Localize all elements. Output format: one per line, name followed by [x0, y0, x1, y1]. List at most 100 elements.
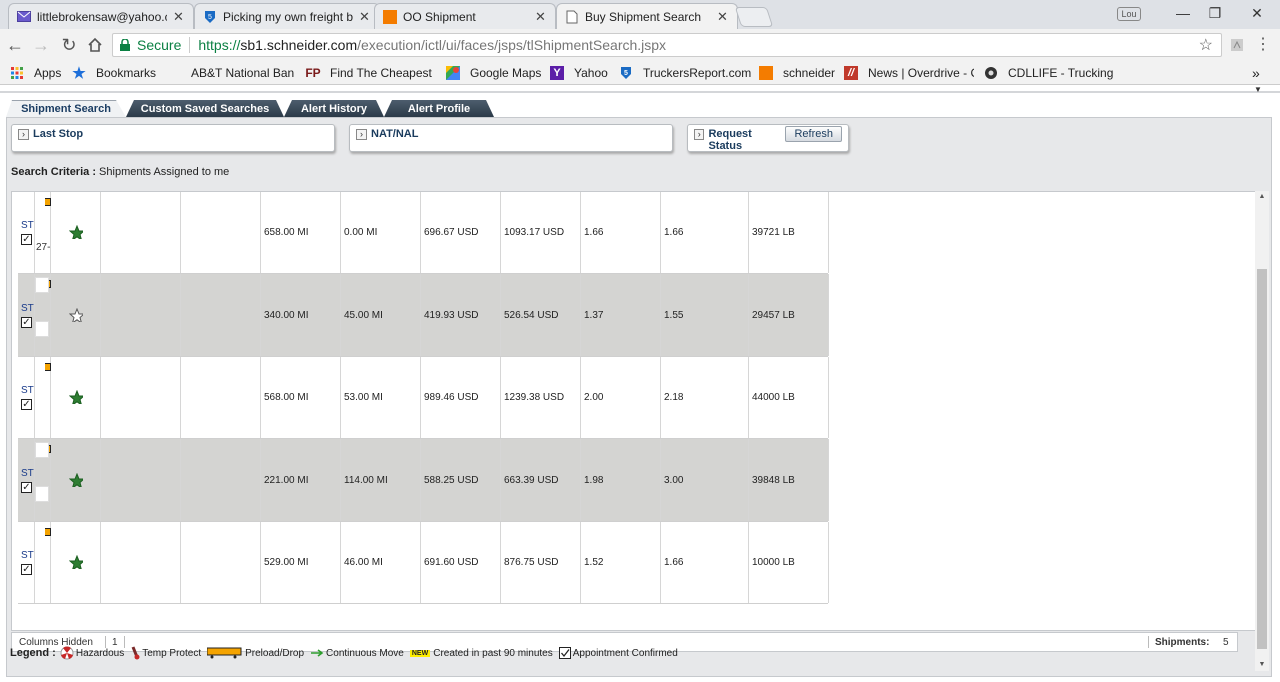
star-filled-icon[interactable]	[69, 390, 83, 404]
trailer-icon	[45, 198, 51, 206]
star-filled-icon[interactable]	[69, 555, 83, 569]
address-bar[interactable]: Secure https:// sb1.schneider.com /execu…	[112, 33, 1222, 57]
table-cell: 39721 LB	[752, 227, 795, 238]
bookmark-apps[interactable]: Apps	[10, 65, 61, 81]
bookmark-label: CDLLIFE - Trucking N	[1008, 66, 1114, 80]
criteria-value: Shipments Assigned to me	[99, 166, 230, 178]
window-close-button[interactable]: ✕	[1242, 4, 1272, 22]
refresh-button[interactable]: Refresh	[785, 126, 842, 142]
column-divider	[34, 522, 35, 603]
legend-label: Created in past 90 minutes	[433, 647, 553, 659]
close-icon[interactable]: ✕	[359, 9, 371, 25]
tab-custom-saved-searches[interactable]: Custom Saved Searches	[126, 100, 284, 117]
bookmark-abt-national-bank[interactable]: AB&T National Bank	[191, 65, 294, 81]
close-icon[interactable]: ✕	[535, 9, 547, 25]
shipment-results-grid: ST ✓ 27- 658.00 MI 0.00 MI 696.67 USD 1093.17 …	[11, 191, 1256, 631]
column-divider	[828, 522, 829, 603]
appointment-confirmed-checkbox[interactable]: ✓	[21, 316, 32, 328]
bookmark-bookmarks[interactable]: ★ Bookmarks	[72, 65, 156, 81]
bookmark-label: News | Overdrive - C	[868, 66, 974, 80]
back-button[interactable]: ←	[4, 34, 26, 56]
browser-tab-mail[interactable]: littlebrokensaw@yahoo.c ✕	[8, 3, 194, 29]
last-stop-filter[interactable]: › Last Stop	[11, 124, 335, 152]
table-row[interactable]: ST ✓ 568.00 MI 53.00 MI 989.46 USD 1239.38 US…	[18, 357, 829, 439]
scrollbar-thumb[interactable]	[1257, 269, 1267, 649]
minimize-button[interactable]: —	[1168, 4, 1198, 22]
appointment-confirmed-checkbox[interactable]: ✓	[21, 399, 32, 410]
bookmark-star-icon[interactable]: ☆	[1199, 35, 1213, 55]
close-icon[interactable]: ✕	[717, 9, 729, 25]
svg-text:5: 5	[624, 70, 628, 77]
column-divider	[828, 439, 829, 521]
browser-tab-buy-shipment-search[interactable]: Buy Shipment Search ✕	[556, 3, 738, 29]
request-status-filter[interactable]: › Request Status Refresh	[687, 124, 849, 152]
table-cell: 526.54 USD	[504, 309, 559, 321]
vertical-scrollbar[interactable]: ▲ ▼	[1255, 191, 1269, 671]
status-link[interactable]: ST	[21, 220, 34, 231]
table-row[interactable]: ST ✓ 27- 658.00 MI 0.00 MI 696.67 USD 1093.17 …	[18, 192, 829, 274]
table-row[interactable]: ST ✓ 340.00 MI 45.00 MI 419.93 USD 526.54 USD…	[18, 274, 829, 357]
scroll-down-icon[interactable]: ▼	[1255, 661, 1269, 668]
column-divider	[828, 192, 829, 273]
status-link[interactable]: ST	[21, 550, 34, 561]
appointment-confirmed-checkbox[interactable]: ✓	[21, 564, 32, 575]
legend-item-temp-protect: Temp Protect	[130, 646, 201, 660]
bookmark-overdrive[interactable]: // News | Overdrive - C	[844, 65, 974, 81]
caret-down-icon[interactable]: ▼	[1251, 86, 1265, 94]
close-icon[interactable]: ✕	[173, 9, 185, 25]
bookmark-label: schneider	[783, 66, 836, 80]
appointment-confirmed-checkbox[interactable]: ✓	[21, 234, 32, 245]
tab-alert-profile[interactable]: Alert Profile	[384, 100, 494, 117]
table-cell: 1239.38 USD	[504, 392, 565, 403]
extension-button[interactable]	[1226, 34, 1248, 56]
star-filled-icon[interactable]	[69, 472, 83, 487]
omnibox-divider	[189, 37, 191, 53]
scroll-up-icon[interactable]: ▲	[1255, 193, 1269, 200]
tab-alert-history[interactable]: Alert History	[284, 100, 384, 117]
table-cell: 2.00	[584, 392, 604, 403]
trailer-placeholder	[35, 486, 49, 502]
truckersreport-icon: 5	[203, 10, 217, 24]
star-outline-icon[interactable]	[69, 307, 83, 322]
menu-button[interactable]: ⋮	[1252, 34, 1274, 56]
expand-icon[interactable]: ›	[694, 129, 705, 140]
restore-button[interactable]: ❐	[1200, 4, 1230, 22]
table-cell: 29457 LB	[752, 309, 795, 321]
legend-item-new: NEW Created in past 90 minutes	[409, 647, 553, 659]
status-link[interactable]: ST	[21, 385, 34, 396]
bookmark-find-cheapest[interactable]: FP Find The Cheapest T	[306, 65, 434, 81]
more-bookmarks-button[interactable]: »	[1252, 65, 1260, 81]
legend: Legend : Hazardous Temp Protect Preload/…	[10, 645, 684, 661]
nat-nal-filter[interactable]: › NAT/NAL	[349, 124, 673, 152]
browser-tab-oo-shipment[interactable]: OO Shipment ✕	[374, 3, 556, 29]
expand-icon[interactable]: ›	[18, 129, 29, 140]
star-filled-icon[interactable]	[69, 225, 83, 239]
column-divider	[828, 357, 829, 438]
column-divider	[34, 357, 35, 438]
table-cell: 0.00 MI	[344, 227, 378, 238]
schneider-icon	[759, 66, 773, 80]
bookmark-schneider[interactable]: schneider	[759, 65, 835, 81]
bookmark-cdllife[interactable]: CDLLIFE - Trucking N	[984, 65, 1114, 81]
tab-shipment-search[interactable]: Shipment Search	[6, 100, 126, 117]
table-row[interactable]: ST ✓ 529.00 MI 46.00 MI 691.60 USD 876.75 USD…	[18, 522, 829, 604]
profile-badge[interactable]: Lou	[1117, 7, 1141, 21]
search-panel: › Last Stop › NAT/NAL › Request Status R…	[6, 117, 1272, 677]
table-row[interactable]: ST ✓ 221.00 MI 114.00 MI 588.25 USD 663.39 US…	[18, 439, 829, 522]
reload-button[interactable]: ↻	[58, 34, 80, 56]
status-link[interactable]: ST	[21, 303, 34, 314]
bookmark-label: AB&T National Bank	[191, 66, 294, 80]
table-cell: 568.00 MI	[264, 392, 309, 403]
expand-icon[interactable]: ›	[356, 129, 367, 140]
legend-label: Appointment Confirmed	[572, 647, 678, 659]
appointment-confirmed-checkbox[interactable]: ✓	[21, 481, 32, 493]
status-link[interactable]: ST	[21, 468, 34, 479]
pdf-extension-icon	[1231, 39, 1243, 51]
bookmark-yahoo[interactable]: Y Yahoo	[550, 65, 608, 81]
bookmark-truckersreport[interactable]: 5 TruckersReport.com	[619, 65, 751, 81]
home-button[interactable]	[84, 34, 106, 56]
forward-button[interactable]: →	[30, 34, 52, 56]
browser-tab-truckersreport[interactable]: 5 Picking my own freight b ✕	[194, 3, 380, 29]
bookmark-google-maps[interactable]: Google Maps	[446, 65, 541, 81]
new-tab-button[interactable]	[734, 7, 774, 27]
